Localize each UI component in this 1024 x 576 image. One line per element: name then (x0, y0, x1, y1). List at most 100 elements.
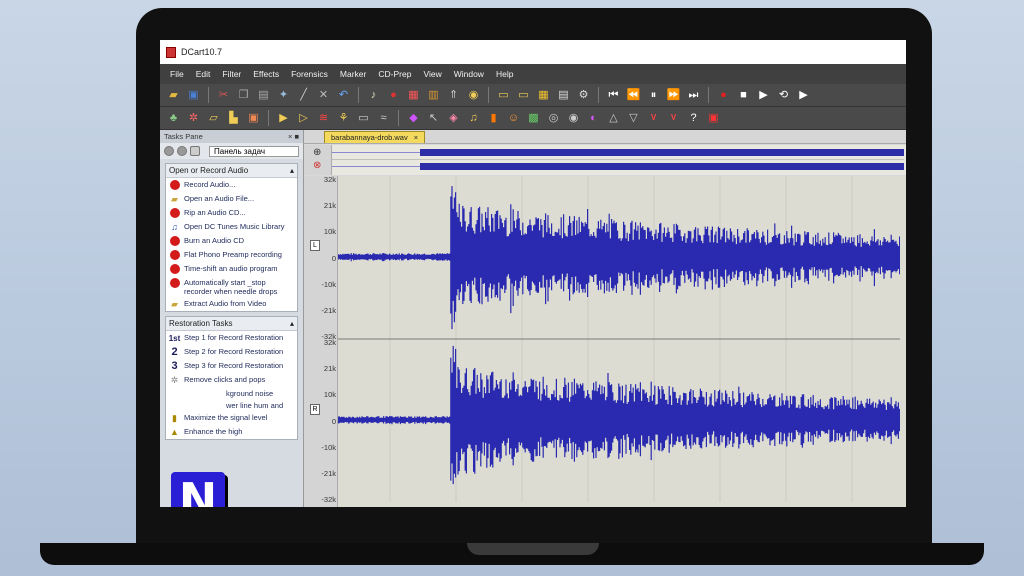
pause-icon[interactable]: ⏸ (646, 88, 661, 103)
bass-clef-icon[interactable]: ? (686, 111, 701, 126)
vst-icon[interactable]: V (646, 111, 661, 126)
live-icon[interactable]: ▦ (406, 88, 421, 103)
skip-start-icon[interactable]: ⏮ (606, 88, 621, 103)
task-hum[interactable]: wer line hum and (166, 399, 297, 411)
tape-icon[interactable]: ▭ (356, 111, 371, 126)
rewind-icon[interactable]: ⏪ (626, 88, 641, 103)
eq-icon[interactable]: ≋ (316, 111, 331, 126)
channel-left-label[interactable]: L (310, 240, 320, 251)
back-icon[interactable] (164, 146, 174, 156)
menu-file[interactable]: File (164, 69, 190, 79)
zoom-select-icon[interactable]: ▭ (516, 88, 531, 103)
triangle-icon[interactable]: △ (606, 111, 621, 126)
channel-right-label[interactable]: R (310, 404, 320, 415)
menu-window[interactable]: Window (448, 69, 490, 79)
record-live-icon[interactable]: ● (386, 88, 401, 103)
task-noise[interactable]: kground noise (166, 387, 297, 399)
down-triangle-icon[interactable]: ▽ (626, 111, 641, 126)
collapse-icon[interactable]: ▴ (290, 166, 294, 175)
stop-icon[interactable]: ■ (736, 88, 751, 103)
task-dc-tunes[interactable]: ♫ Open DC Tunes Music Library (166, 220, 297, 234)
play-icon[interactable]: ▶ (756, 88, 771, 103)
task-burn-cd[interactable]: Burn an Audio CD (166, 234, 297, 248)
menu-view[interactable]: View (417, 69, 447, 79)
tab-close-icon[interactable]: × (414, 133, 418, 142)
bar-graph-icon[interactable]: ▮ (486, 111, 501, 126)
eq-curve-icon[interactable]: ▱ (206, 111, 221, 126)
home-icon[interactable] (190, 146, 200, 156)
pane-dropdown[interactable]: Панель задач (209, 145, 299, 157)
spectrum-icon[interactable]: ▥ (426, 88, 441, 103)
collapse-icon[interactable]: ▴ (290, 319, 294, 328)
loop-icon[interactable]: ⟲ (776, 88, 791, 103)
wand-icon[interactable]: ✦ (276, 88, 291, 103)
file-tab[interactable]: barabannaya-drob.wav × (324, 131, 426, 143)
zoom-tool-icon[interactable]: ⊗ (313, 160, 321, 171)
copy-icon[interactable]: ❐ (236, 88, 251, 103)
task-maximize[interactable]: ▮ Maximize the signal level (166, 411, 297, 425)
overview-strip[interactable]: ⊕ ⊗ (304, 145, 906, 175)
open-file-icon[interactable]: ▰ (166, 88, 181, 103)
cut-icon[interactable]: ✂ (216, 88, 231, 103)
tool-icon[interactable]: ✕ (316, 88, 331, 103)
filter-effect-icon[interactable]: ♣ (166, 111, 181, 126)
cursor-icon[interactable]: ↖ (426, 111, 441, 126)
red-box-icon[interactable]: ▣ (706, 111, 721, 126)
split-view-icon[interactable]: ▤ (556, 88, 571, 103)
task-step-1[interactable]: 1st Step 1 for Record Restoration (166, 331, 297, 345)
pencil-icon[interactable]: ╱ (296, 88, 311, 103)
menu-edit[interactable]: Edit (190, 69, 217, 79)
cd-icon[interactable]: ◉ (466, 88, 481, 103)
person-icon[interactable]: ☺ (506, 111, 521, 126)
task-rip-cd[interactable]: Rip an Audio CD... (166, 206, 297, 220)
vst-chain-icon[interactable]: V (666, 111, 681, 126)
group-header[interactable]: Restoration Tasks ▴ (166, 317, 297, 331)
filter-icon[interactable]: ♪ (366, 88, 381, 103)
wind-icon[interactable]: ≈ (376, 111, 391, 126)
record-icon[interactable]: ● (716, 88, 731, 103)
level-up-icon[interactable]: ⇑ (446, 88, 461, 103)
menu-filter[interactable]: Filter (216, 69, 247, 79)
task-time-shift[interactable]: Time-shift an audio program (166, 262, 297, 276)
noise-filter-icon[interactable]: ◈ (446, 111, 461, 126)
tree-icon[interactable]: ⚘ (336, 111, 351, 126)
treble-icon[interactable]: ▷ (296, 111, 311, 126)
task-declick[interactable]: ✲ Remove clicks and pops (166, 373, 297, 387)
fast-forward-icon[interactable]: ⏩ (666, 88, 681, 103)
bar-eq-icon[interactable]: ▙ (226, 111, 241, 126)
save-icon[interactable]: ▣ (186, 88, 201, 103)
group-header[interactable]: Open or Record Audio ▴ (166, 164, 297, 178)
task-open-audio-file[interactable]: ▰ Open an Audio File... (166, 192, 297, 206)
task-step-3[interactable]: 3 Step 3 for Record Restoration (166, 359, 297, 373)
menu-forensics[interactable]: Forensics (285, 69, 334, 79)
menu-help[interactable]: Help (490, 69, 519, 79)
bass-icon[interactable]: ▶ (276, 111, 291, 126)
view-fit-icon[interactable]: ▦ (536, 88, 551, 103)
menu-effects[interactable]: Effects (247, 69, 285, 79)
meter-icon[interactable]: ▣ (246, 111, 261, 126)
zoom-in-icon[interactable]: ⊕ (313, 147, 321, 158)
task-enhance[interactable]: ▲ Enhance the high (166, 425, 297, 439)
settings-gear-icon[interactable]: ⚙ (576, 88, 591, 103)
waveform-area[interactable]: L R 32k 21k 10k 0 -10k -21k -32k 32k 21k 10k 0 -10k… (304, 175, 906, 507)
diamond-icon[interactable]: ◆ (406, 111, 421, 126)
task-record-audio[interactable]: Record Audio... (166, 178, 297, 192)
task-auto-start[interactable]: Automatically start _stop recorder when … (166, 276, 297, 297)
pane-close-icon[interactable]: × ■ (288, 132, 299, 141)
play-selection-icon[interactable]: ▶ (796, 88, 811, 103)
declick-icon[interactable]: ✲ (186, 111, 201, 126)
disc-icon[interactable]: ◉ (566, 111, 581, 126)
menu-cd-prep[interactable]: CD-Prep (372, 69, 417, 79)
skip-end-icon[interactable]: ⏭ (686, 88, 701, 103)
task-step-2[interactable]: 2 Step 2 for Record Restoration (166, 345, 297, 359)
picture-icon[interactable]: ▩ (526, 111, 541, 126)
pitch-icon[interactable]: ♫ (466, 111, 481, 126)
target-icon[interactable]: ◎ (546, 111, 561, 126)
brightness-icon[interactable]: ◐ (586, 111, 601, 126)
task-phono-preamp[interactable]: Flat Phono Preamp recording (166, 248, 297, 262)
select-icon[interactable]: ▭ (496, 88, 511, 103)
undo-icon[interactable]: ↶ (336, 88, 351, 103)
menu-marker[interactable]: Marker (334, 69, 372, 79)
task-extract-video[interactable]: ▰ Extract Audio from Video (166, 297, 297, 311)
forward-icon[interactable] (177, 146, 187, 156)
